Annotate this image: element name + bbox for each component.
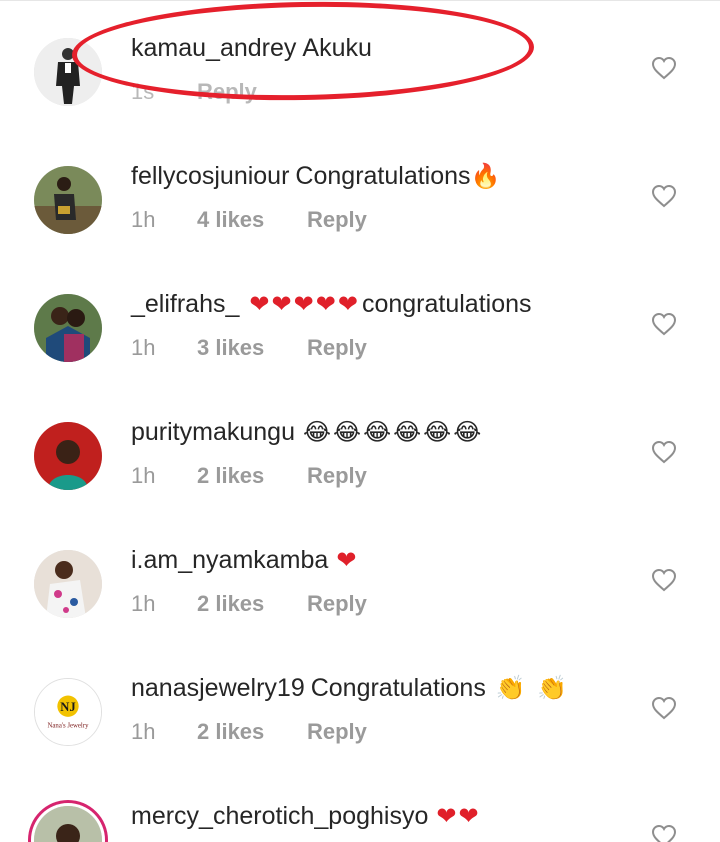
comment-item: mercy_cherotich_poghisyo ❤❤ — [0, 768, 720, 842]
comment-time: 1h — [131, 463, 156, 488]
comment-likes[interactable]: 4 likes — [197, 206, 307, 234]
comment-username[interactable]: _elifrahs_ — [131, 290, 239, 318]
comment-username[interactable]: i.am_nyamkamba — [131, 546, 328, 574]
avatar[interactable]: NJ Nana's Jewelry — [34, 678, 102, 746]
comment-username[interactable]: puritymakungu — [131, 418, 295, 446]
comment-body: Congratulations — [295, 162, 471, 190]
heart-outline-icon[interactable] — [651, 568, 677, 592]
heart-emoji: ❤❤ — [436, 802, 481, 830]
comment-text-line: i.am_nyamkamba ❤ — [131, 544, 358, 576]
comment-text-line: nanasjewelry19 Congratulations 👏 👏 — [131, 672, 569, 704]
reply-button[interactable]: Reply — [307, 462, 367, 490]
comment-item: i.am_nyamkamba ❤ 1h 2 likes Reply — [0, 512, 720, 640]
reply-button[interactable]: Reply — [307, 206, 367, 234]
heart-outline-icon[interactable] — [651, 824, 677, 842]
comment-meta: 1h 2 likes Reply — [131, 462, 367, 490]
comment-text-line: puritymakungu 😂😂😂😂😂😂 — [131, 416, 483, 448]
comment-likes[interactable]: 2 likes — [197, 462, 307, 490]
comment-time: 1h — [131, 335, 156, 360]
comment-username[interactable]: mercy_cherotich_poghisyo — [131, 802, 428, 830]
comment-meta: 1h 2 likes Reply — [131, 718, 367, 746]
comment-text-line: mercy_cherotich_poghisyo ❤❤ — [131, 800, 481, 832]
comment-likes[interactable]: 3 likes — [197, 334, 307, 362]
comment-text-line: fellycosjuniour Congratulations🔥 — [131, 160, 502, 192]
avatar-logo-letters: NJ — [60, 700, 75, 714]
comment-item: NJ Nana's Jewelry nanasjewelry19 Congratu… — [0, 640, 720, 768]
heart-emoji: ❤❤❤❤❤ — [249, 290, 360, 318]
heart-emoji: ❤ — [336, 546, 359, 574]
avatar[interactable] — [34, 422, 102, 490]
heart-outline-icon[interactable] — [651, 56, 677, 80]
comment-likes[interactable]: 2 likes — [197, 590, 307, 618]
comment-meta: 1h 4 likes Reply — [131, 206, 367, 234]
comment-body: congratulations — [361, 290, 532, 318]
comment-item: _elifrahs_ ❤❤❤❤❤congratulations 1h 3 likes… — [0, 256, 720, 384]
clapping-emoji: 👏 👏 — [495, 674, 570, 702]
comment-item: fellycosjuniour Congratulations🔥 1h 4 like… — [0, 128, 720, 256]
heart-outline-icon[interactable] — [651, 184, 677, 208]
comment-username[interactable]: fellycosjuniour — [131, 162, 289, 190]
avatar[interactable] — [34, 294, 102, 362]
reply-button[interactable]: Reply — [307, 718, 367, 746]
reply-button[interactable]: Reply — [307, 334, 367, 362]
laughing-emoji: 😂😂😂😂😂😂 — [302, 418, 484, 446]
avatar[interactable] — [34, 166, 102, 234]
comment-meta: 1h 3 likes Reply — [131, 334, 367, 362]
heart-outline-icon[interactable] — [651, 440, 677, 464]
heart-outline-icon[interactable] — [651, 696, 677, 720]
avatar-logo-caption: Nana's Jewelry — [48, 723, 90, 730]
heart-outline-icon[interactable] — [651, 312, 677, 336]
comment-likes[interactable]: 2 likes — [197, 718, 307, 746]
comment-username[interactable]: nanasjewelry19 — [131, 674, 305, 702]
avatar[interactable] — [34, 550, 102, 618]
reply-button[interactable]: Reply — [307, 590, 367, 618]
red-circle-annotation — [71, 0, 535, 105]
fire-emoji: 🔥 — [470, 162, 503, 190]
avatar[interactable] — [34, 806, 102, 842]
comment-body: Congratulations — [310, 674, 486, 702]
comment-item: kamau_andrey Akuku 1s Reply — [0, 0, 720, 128]
comment-time: 1h — [131, 207, 156, 232]
comment-time: 1h — [131, 591, 156, 616]
comment-item: puritymakungu 😂😂😂😂😂😂 1h 2 likes Reply — [0, 384, 720, 512]
comment-time: 1h — [131, 719, 156, 744]
comment-meta: 1h 2 likes Reply — [131, 590, 367, 618]
comment-text-line: _elifrahs_ ❤❤❤❤❤congratulations — [131, 288, 532, 320]
